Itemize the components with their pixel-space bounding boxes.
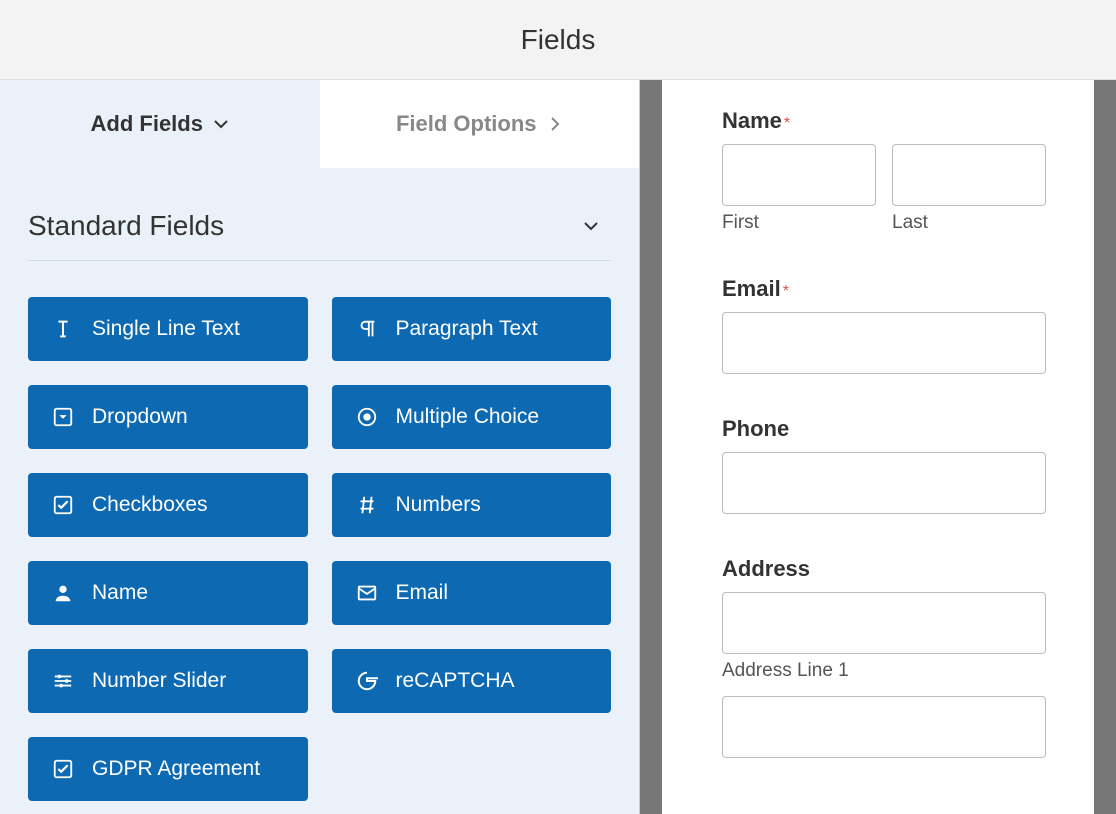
field-label: Paragraph Text <box>396 317 538 341</box>
address-label: Address <box>722 556 810 582</box>
field-label: Checkboxes <box>92 493 208 517</box>
section-header[interactable]: Standard Fields <box>28 192 611 261</box>
field-label: Name <box>92 581 148 605</box>
chevron-down-icon <box>583 218 599 234</box>
chevron-down-icon <box>213 116 229 132</box>
section-title: Standard Fields <box>28 210 224 242</box>
preview-phone-group[interactable]: Phone <box>722 416 1046 514</box>
phone-input[interactable] <box>722 452 1046 514</box>
google-g-icon <box>356 670 378 692</box>
email-input[interactable] <box>722 312 1046 374</box>
last-name-input[interactable] <box>892 144 1046 206</box>
panel-divider[interactable] <box>640 80 662 814</box>
field-label: Single Line Text <box>92 317 240 341</box>
hash-icon <box>356 494 378 516</box>
field-label: reCAPTCHA <box>396 669 515 693</box>
chevron-right-icon <box>547 116 563 132</box>
first-sublabel: First <box>722 212 876 234</box>
field-multiple-choice[interactable]: Multiple Choice <box>332 385 612 449</box>
user-icon <box>52 582 74 604</box>
paragraph-icon <box>356 318 378 340</box>
preview-email-group[interactable]: Email* <box>722 276 1046 374</box>
sliders-icon <box>52 670 74 692</box>
tab-add-fields-label: Add Fields <box>91 111 203 137</box>
preview-address-group[interactable]: Address Address Line 1 <box>722 556 1046 758</box>
required-asterisk: * <box>783 283 789 300</box>
field-dropdown[interactable]: Dropdown <box>28 385 308 449</box>
address-line1-input[interactable] <box>722 592 1046 654</box>
field-single-line-text[interactable]: Single Line Text <box>28 297 308 361</box>
form-preview: Name* First Last Email* Phone <box>662 80 1116 814</box>
caret-square-icon <box>52 406 74 428</box>
tab-field-options-label: Field Options <box>396 111 537 137</box>
last-sublabel: Last <box>892 212 1046 234</box>
radio-icon <box>356 406 378 428</box>
check-square-icon <box>52 758 74 780</box>
field-label: Number Slider <box>92 669 226 693</box>
field-checkboxes[interactable]: Checkboxes <box>28 473 308 537</box>
check-square-icon <box>52 494 74 516</box>
field-email[interactable]: Email <box>332 561 612 625</box>
address-line2-input[interactable] <box>722 696 1046 758</box>
page-header: Fields <box>0 0 1116 80</box>
preview-name-group[interactable]: Name* First Last <box>722 108 1046 234</box>
text-cursor-icon <box>52 318 74 340</box>
left-panel: Add Fields Field Options Standard Fields <box>0 80 640 814</box>
tab-add-fields[interactable]: Add Fields <box>0 80 320 168</box>
name-label: Name <box>722 108 782 134</box>
field-label: Dropdown <box>92 405 188 429</box>
field-paragraph-text[interactable]: Paragraph Text <box>332 297 612 361</box>
field-number-slider[interactable]: Number Slider <box>28 649 308 713</box>
standard-fields-section: Standard Fields Single Line Text Para <box>0 168 639 801</box>
tab-field-options[interactable]: Field Options <box>320 80 640 168</box>
address-line1-sublabel: Address Line 1 <box>722 660 1046 682</box>
envelope-icon <box>356 582 378 604</box>
field-label: Email <box>396 581 449 605</box>
field-label: GDPR Agreement <box>92 757 260 781</box>
field-gdpr-agreement[interactable]: GDPR Agreement <box>28 737 308 801</box>
field-grid: Single Line Text Paragraph Text Dropdown <box>28 261 611 801</box>
field-label: Numbers <box>396 493 481 517</box>
phone-label: Phone <box>722 416 789 442</box>
first-name-input[interactable] <box>722 144 876 206</box>
required-asterisk: * <box>784 115 790 132</box>
tabs: Add Fields Field Options <box>0 80 639 168</box>
field-label: Multiple Choice <box>396 405 540 429</box>
page-title: Fields <box>521 24 596 56</box>
email-label: Email <box>722 276 781 302</box>
field-name[interactable]: Name <box>28 561 308 625</box>
main-area: Add Fields Field Options Standard Fields <box>0 80 1116 814</box>
field-numbers[interactable]: Numbers <box>332 473 612 537</box>
field-recaptcha[interactable]: reCAPTCHA <box>332 649 612 713</box>
